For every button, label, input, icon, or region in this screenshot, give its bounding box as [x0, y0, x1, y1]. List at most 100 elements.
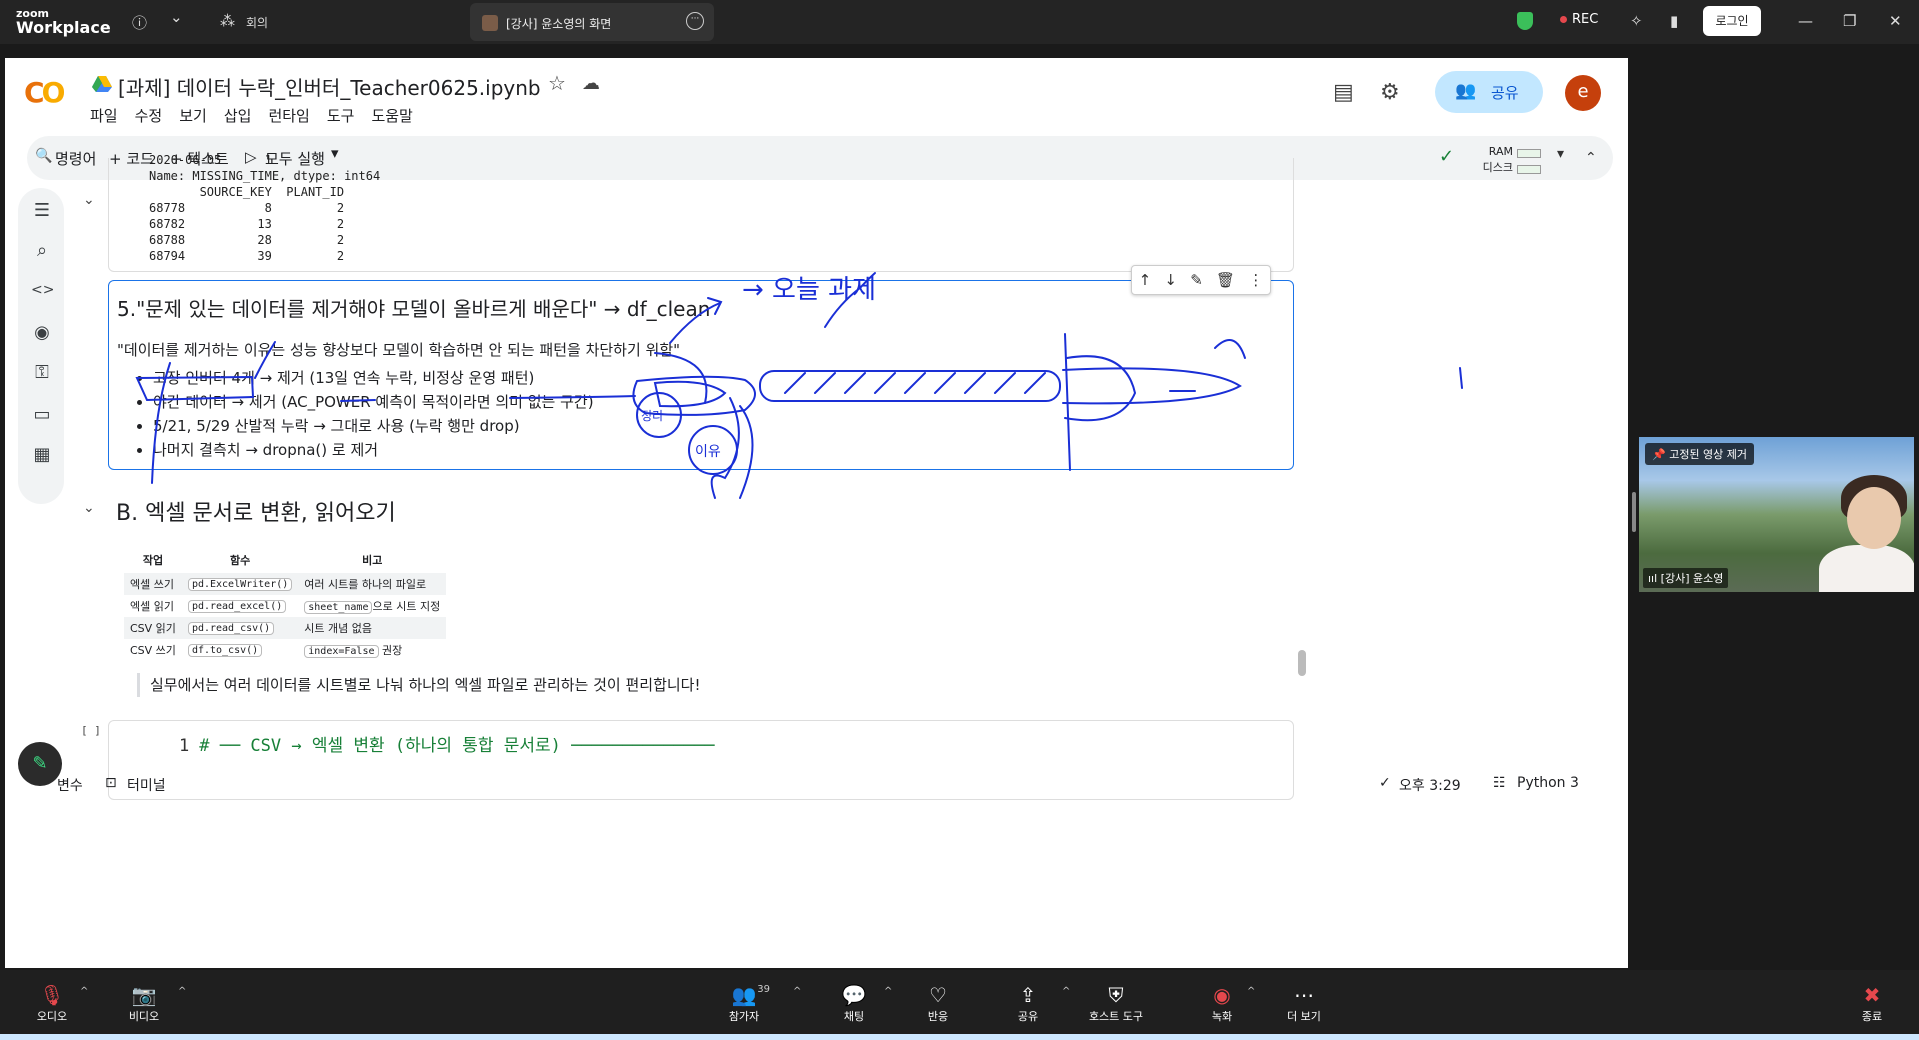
unpin-video-button[interactable]: 📌 고정된 영상 제거: [1645, 443, 1755, 465]
left-sidebar: ☰ ⌕ <> ◉ ⚿ ▭ ▦: [18, 188, 64, 504]
share-screen-button[interactable]: ⇪ 공유: [988, 982, 1068, 1024]
chat-button[interactable]: 💬 채팅: [814, 982, 894, 1024]
presenter-face: [1847, 487, 1901, 549]
annotation-pen-fab[interactable]: ✎: [18, 742, 62, 786]
reactions-button[interactable]: ♡ 반응: [898, 982, 978, 1024]
shield-icon: ⛨: [1108, 983, 1124, 1007]
record-options-caret[interactable]: ^: [1247, 986, 1255, 997]
collapse-header-button[interactable]: ⌃: [1585, 150, 1597, 166]
edit-pencil-icon[interactable]: ✎: [1190, 271, 1203, 289]
cloud-icon[interactable]: ☁: [582, 73, 600, 94]
maximize-icon[interactable]: ❐: [1843, 12, 1856, 30]
terminal-icon[interactable]: ⊡: [105, 775, 117, 791]
pinned-video-tile[interactable]: 📌 고정된 영상 제거 ııl [강사] 윤소영: [1639, 437, 1914, 592]
participants-icon: 👥: [731, 983, 757, 1007]
terminal-button[interactable]: 터미널: [127, 775, 166, 795]
cell-quote: "데이터를 제거하는 이유는 성능 향상보다 모델이 학습하면 안 되는 패턴을…: [117, 341, 681, 359]
shared-screen-title: [강사] 윤소영의 화면: [506, 17, 612, 31]
menu-view[interactable]: 보기: [179, 105, 207, 126]
code-line: 1 # ── CSV → 엑셀 변환 (하나의 통합 문서로) ─────────…: [179, 736, 715, 756]
collapse-output-icon[interactable]: ⌄: [83, 192, 95, 208]
share-button[interactable]: 👥 공유: [1435, 71, 1543, 113]
notebook-title[interactable]: [과제] 데이터 누락_인버터_Teacher0625.ipynb: [118, 72, 541, 101]
menu-help[interactable]: 도움말: [371, 105, 412, 126]
minimize-icon[interactable]: —: [1798, 12, 1813, 30]
search-icon[interactable]: 🔍: [35, 148, 52, 164]
last-run-time[interactable]: 오후 3:29: [1399, 775, 1461, 795]
share-screen-icon: ⇪: [1019, 983, 1037, 1007]
meeting-label[interactable]: 회의: [246, 14, 268, 31]
table-of-contents-icon[interactable]: ☰: [31, 200, 53, 221]
variables-button[interactable]: 변수: [57, 775, 83, 795]
data-table-icon[interactable]: ▦: [31, 444, 53, 465]
chevron-down-icon[interactable]: ⌄: [170, 8, 183, 26]
close-icon[interactable]: ✕: [1889, 12, 1902, 30]
menu-file[interactable]: 파일: [90, 105, 118, 126]
login-button[interactable]: 로그인: [1703, 6, 1761, 36]
more-icon: ⋯: [1294, 983, 1314, 1007]
more-button[interactable]: ⋯ 더 보기: [1264, 982, 1344, 1024]
variables-eye-icon[interactable]: ◉: [31, 322, 53, 343]
more-options-icon[interactable]: ···: [686, 12, 704, 30]
drive-icon[interactable]: [92, 75, 112, 93]
menu-edit[interactable]: 수정: [135, 105, 163, 126]
secrets-key-icon[interactable]: ⚿: [31, 362, 53, 383]
star-icon[interactable]: ☆: [548, 71, 566, 95]
menu-insert[interactable]: 삽입: [224, 105, 252, 126]
resource-dropdown[interactable]: ▾: [1557, 146, 1564, 162]
markdown-cell-selected[interactable]: 5."문제 있는 데이터를 제거해야 모델이 올바르게 배운다" → df_cl…: [108, 265, 1294, 470]
chat-options-caret[interactable]: ^: [884, 986, 892, 997]
command-palette-button[interactable]: 명령어: [55, 148, 96, 169]
more-vert-icon[interactable]: ⋮: [1248, 271, 1263, 289]
participants-button[interactable]: 👥 39 참가자: [704, 982, 784, 1024]
comment-icon[interactable]: ▤: [1333, 80, 1354, 105]
menu-runtime[interactable]: 런타임: [268, 105, 309, 126]
sparkle-icon[interactable]: ✧: [1630, 12, 1643, 30]
delete-trash-icon[interactable]: 🗑: [1216, 271, 1235, 289]
python-runtime-label[interactable]: Python 3: [1517, 775, 1579, 791]
meeting-icon[interactable]: ⁂: [220, 12, 235, 30]
table-row: 엑셀 쓰기 pd.ExcelWriter() 여러 시트를 하나의 파일로: [124, 573, 447, 595]
move-up-icon[interactable]: ↑: [1139, 271, 1152, 289]
host-tools-button[interactable]: ⛨ 호스트 도구: [1076, 982, 1156, 1024]
status-check-icon: ✓: [1379, 775, 1391, 791]
zoom-top-bar: zoom Workplace ⓘ ⌄ ⁂ 회의 [강사] 윤소영의 화면 ···…: [0, 0, 1919, 44]
notebook-scrollbar[interactable]: [1298, 650, 1306, 676]
find-icon[interactable]: ⌕: [31, 240, 53, 261]
colab-logo[interactable]: CO: [24, 76, 65, 109]
taskbar-strip: [0, 1034, 1919, 1040]
code-snippets-icon[interactable]: <>: [31, 282, 54, 298]
files-folder-icon[interactable]: ▭: [31, 404, 53, 425]
list-item: 나머지 결측치 → dropna() 로 제거: [153, 439, 594, 463]
share-options-caret[interactable]: ^: [1062, 986, 1070, 997]
connected-check-icon[interactable]: ✓: [1439, 146, 1454, 167]
output-text: 2020-06-05 1 Name: MISSING_TIME, dtype: …: [149, 153, 381, 263]
camera-off-icon: 📷: [131, 983, 157, 1007]
presenter-body: [1819, 545, 1914, 592]
table-row: CSV 쓰기 df.to_csv() index=False 권장: [130, 644, 403, 658]
tile-scroll-handle[interactable]: [1632, 492, 1636, 532]
settings-gear-icon[interactable]: ⚙: [1380, 80, 1400, 105]
audio-options-caret[interactable]: ^: [80, 986, 88, 997]
door-icon[interactable]: ▮: [1670, 12, 1678, 30]
video-button[interactable]: 📷 비디오: [104, 982, 184, 1024]
collapse-section-icon[interactable]: ⌄: [83, 500, 95, 516]
run-cell-button[interactable]: [ ]: [81, 724, 101, 737]
colab-window: CO [과제] 데이터 누락_인버터_Teacher0625.ipynb ☆ ☁…: [5, 58, 1628, 968]
security-shield-icon[interactable]: [1517, 12, 1533, 30]
account-avatar[interactable]: e: [1565, 75, 1601, 111]
menu-tools[interactable]: 도구: [327, 105, 355, 126]
cell-heading: 5."문제 있는 데이터를 제거해야 모델이 올바르게 배운다" → df_cl…: [117, 297, 711, 321]
table-row: 엑셀 읽기 pd.read_excel() sheet_name 으로 시트 지정: [130, 600, 441, 614]
zoom-logo: zoom Workplace: [16, 7, 111, 37]
resource-labels[interactable]: RAM 디스크: [1471, 144, 1513, 176]
info-icon[interactable]: ⓘ: [132, 12, 147, 33]
cell-bullet-list: 고장 인버터 4개 → 제거 (13일 연속 누락, 비정상 운영 패턴) 야간…: [137, 367, 594, 463]
participants-options-caret[interactable]: ^: [793, 986, 801, 997]
cell-toolbar: ↑ ↓ ✎ 🗑 ⋮: [1131, 265, 1271, 295]
end-meeting-button[interactable]: ✖ 종료: [1832, 982, 1912, 1024]
video-options-caret[interactable]: ^: [178, 986, 186, 997]
shared-screen-tab[interactable]: [강사] 윤소영의 화면 ···: [470, 3, 714, 41]
move-down-icon[interactable]: ↓: [1164, 271, 1177, 289]
blockquote-note: 실무에서는 여러 데이터를 시트별로 나눠 하나의 엑셀 파일로 관리하는 것이…: [137, 673, 701, 697]
